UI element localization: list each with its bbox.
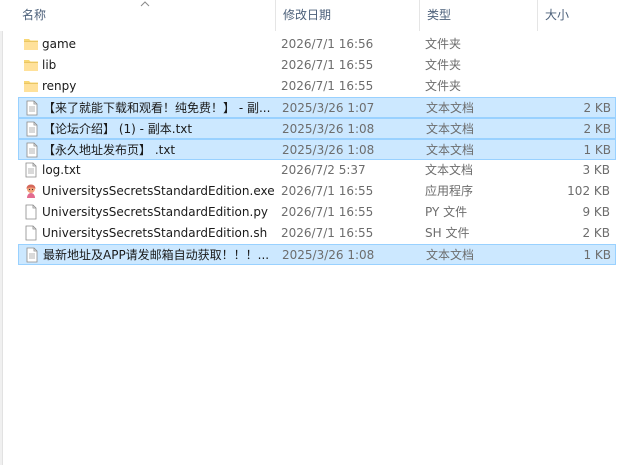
- file-row[interactable]: log.txt 2026/7/2 5:37 文本文档 3 KB: [18, 160, 616, 181]
- file-name: 【来了就能下载和观看！纯免费！】 - 副...: [43, 101, 271, 115]
- file-size: 1 KB: [583, 248, 611, 262]
- file-name: UniversitysSecretsStandardEdition.exe: [42, 184, 274, 198]
- file-date: 2026/7/1 16:55: [281, 205, 374, 219]
- folder-icon: [23, 57, 39, 73]
- file-type: 文本文档: [426, 101, 475, 115]
- file-date: 2025/3/26 1:07: [282, 101, 375, 115]
- file-type: 文本文档: [426, 143, 475, 157]
- file-row[interactable]: game 2026/7/1 16:56 文件夹: [18, 34, 616, 55]
- column-header-name[interactable]: 名称: [20, 0, 274, 31]
- file-date: 2025/3/26 1:08: [282, 143, 375, 157]
- file-size: 102 KB: [567, 184, 610, 198]
- file-type: 文件夹: [425, 58, 462, 72]
- file-name: 最新地址及APP请发邮箱自动获取！！！...: [43, 248, 270, 262]
- file-row[interactable]: 【论坛介绍】 (1) - 副本.txt 2025/3/26 1:08 文本文档 2 K…: [18, 118, 616, 139]
- column-divider[interactable]: [275, 0, 276, 31]
- file-size: 2 KB: [583, 101, 611, 115]
- file-size: [538, 55, 610, 76]
- file-name: UniversitysSecretsStandardEdition.py: [42, 205, 269, 219]
- text-file-icon: [24, 247, 40, 263]
- exe-icon: [23, 183, 39, 199]
- file-type: PY 文件: [425, 205, 468, 219]
- file-row[interactable]: UniversitysSecretsStandardEdition.py 2026…: [18, 202, 616, 223]
- file-name: log.txt: [42, 163, 81, 177]
- column-header-type[interactable]: 类型: [425, 0, 535, 31]
- file-size: [538, 76, 610, 97]
- text-file-icon: [24, 121, 40, 137]
- file-date: 2026/7/1 16:55: [281, 58, 374, 72]
- navigation-pane-edge: [0, 0, 3, 465]
- file-date: 2026/7/1 16:56: [281, 37, 374, 51]
- folder-icon: [23, 78, 39, 94]
- file-date: 2026/7/1 16:55: [281, 184, 374, 198]
- column-header: 名称 修改日期 类型 大小: [0, 0, 622, 31]
- text-file-icon: [24, 100, 40, 116]
- column-header-size[interactable]: 大小: [543, 0, 619, 31]
- file-type: 文件夹: [425, 37, 462, 51]
- file-name: game: [42, 37, 77, 51]
- file-size: 9 KB: [582, 205, 610, 219]
- file-row[interactable]: 最新地址及APP请发邮箱自动获取！！！... 2025/3/26 1:08 文本文档…: [18, 244, 616, 265]
- file-size: 3 KB: [582, 163, 610, 177]
- file-date: 2025/3/26 1:08: [282, 122, 375, 136]
- file-row[interactable]: UniversitysSecretsStandardEdition.exe 202…: [18, 181, 616, 202]
- column-divider[interactable]: [419, 0, 420, 31]
- file-date: 2026/7/1 16:55: [281, 226, 374, 240]
- file-name: UniversitysSecretsStandardEdition.sh: [42, 226, 268, 240]
- file-type: 文本文档: [426, 122, 475, 136]
- folder-icon: [23, 36, 39, 52]
- file-name: 【永久地址发布页】 .txt: [43, 143, 176, 157]
- file-row[interactable]: UniversitysSecretsStandardEdition.sh 2026…: [18, 223, 616, 244]
- text-file-icon: [23, 162, 39, 178]
- blank-file-icon: [23, 225, 39, 241]
- file-date: 2026/7/1 16:55: [281, 79, 374, 93]
- text-file-icon: [24, 142, 40, 158]
- file-date: 2025/3/26 1:08: [282, 248, 375, 262]
- file-type: SH 文件: [425, 226, 470, 240]
- file-type: 应用程序: [425, 184, 474, 198]
- column-divider[interactable]: [537, 0, 538, 31]
- file-type: 文本文档: [426, 248, 475, 262]
- file-name: renpy: [42, 79, 77, 93]
- file-size: 2 KB: [583, 122, 611, 136]
- file-size: 2 KB: [582, 226, 610, 240]
- column-header-date[interactable]: 修改日期: [281, 0, 417, 31]
- file-type: 文件夹: [425, 79, 462, 93]
- file-size: [538, 34, 610, 55]
- file-row[interactable]: lib 2026/7/1 16:55 文件夹: [18, 55, 616, 76]
- file-row[interactable]: 【来了就能下载和观看！纯免费！】 - 副... 2025/3/26 1:07 文本文…: [18, 97, 616, 118]
- blank-file-icon: [23, 204, 39, 220]
- file-name: lib: [42, 58, 57, 72]
- file-row[interactable]: renpy 2026/7/1 16:55 文件夹: [18, 76, 616, 97]
- file-type: 文本文档: [425, 163, 474, 177]
- file-row[interactable]: 【永久地址发布页】 .txt 2025/3/26 1:08 文本文档 1 KB: [18, 139, 616, 160]
- file-size: 1 KB: [583, 143, 611, 157]
- file-name: 【论坛介绍】 (1) - 副本.txt: [43, 122, 193, 136]
- file-date: 2026/7/2 5:37: [281, 163, 366, 177]
